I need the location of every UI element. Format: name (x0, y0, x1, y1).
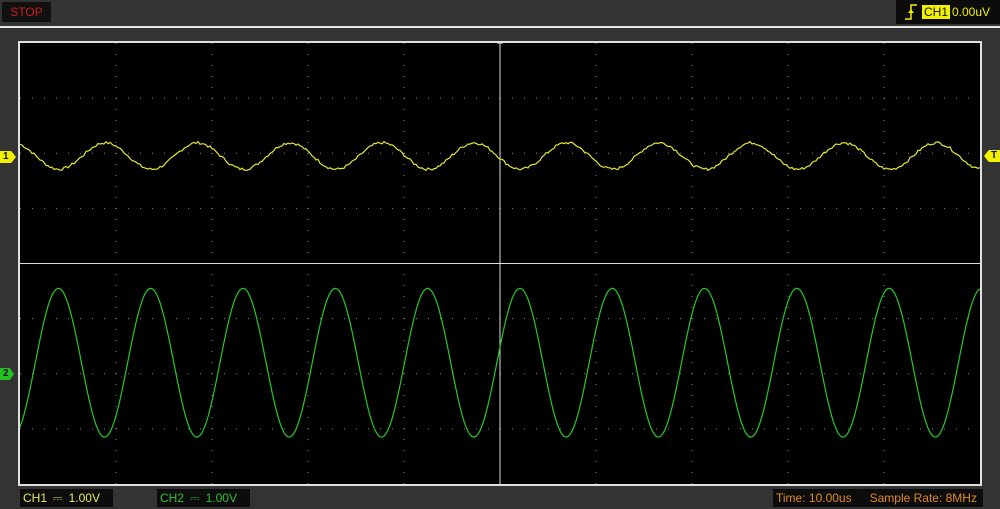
rising-edge-icon (905, 4, 917, 20)
dc-coupling-icon: ⎓ (190, 491, 200, 505)
trigger-level: 0.00uV (952, 5, 991, 19)
sample-rate: Sample Rate: 8MHz (869, 491, 977, 505)
ch2-label: CH2 (160, 491, 185, 505)
scope-screen[interactable] (18, 41, 982, 486)
trigger-panel[interactable]: CH1 0.00uV (896, 0, 1000, 24)
timebase-panel[interactable]: Time: 10.00us Sample Rate: 8MHz (773, 489, 983, 507)
ch1-label: CH1 (23, 491, 48, 505)
ch1-position-marker[interactable]: 1 (0, 151, 16, 163)
ch1-volts-per-div: 1.00V (68, 491, 100, 505)
run-stop-status[interactable]: STOP (2, 2, 51, 22)
trigger-source: CH1 (922, 5, 951, 19)
waveform-display (20, 43, 980, 484)
dc-coupling-icon: ⎓ (53, 491, 63, 505)
timebase: Time: 10.00us (776, 491, 852, 505)
ch2-volts-per-div: 1.00V (205, 491, 237, 505)
divider (0, 26, 1000, 28)
trigger-level-marker[interactable]: T (984, 150, 1000, 162)
ch1-scale[interactable]: CH1 ⎓ 1.00V (20, 489, 113, 507)
ch2-scale[interactable]: CH2 ⎓ 1.00V (157, 489, 250, 507)
ch2-position-marker[interactable]: 2 (0, 368, 14, 380)
